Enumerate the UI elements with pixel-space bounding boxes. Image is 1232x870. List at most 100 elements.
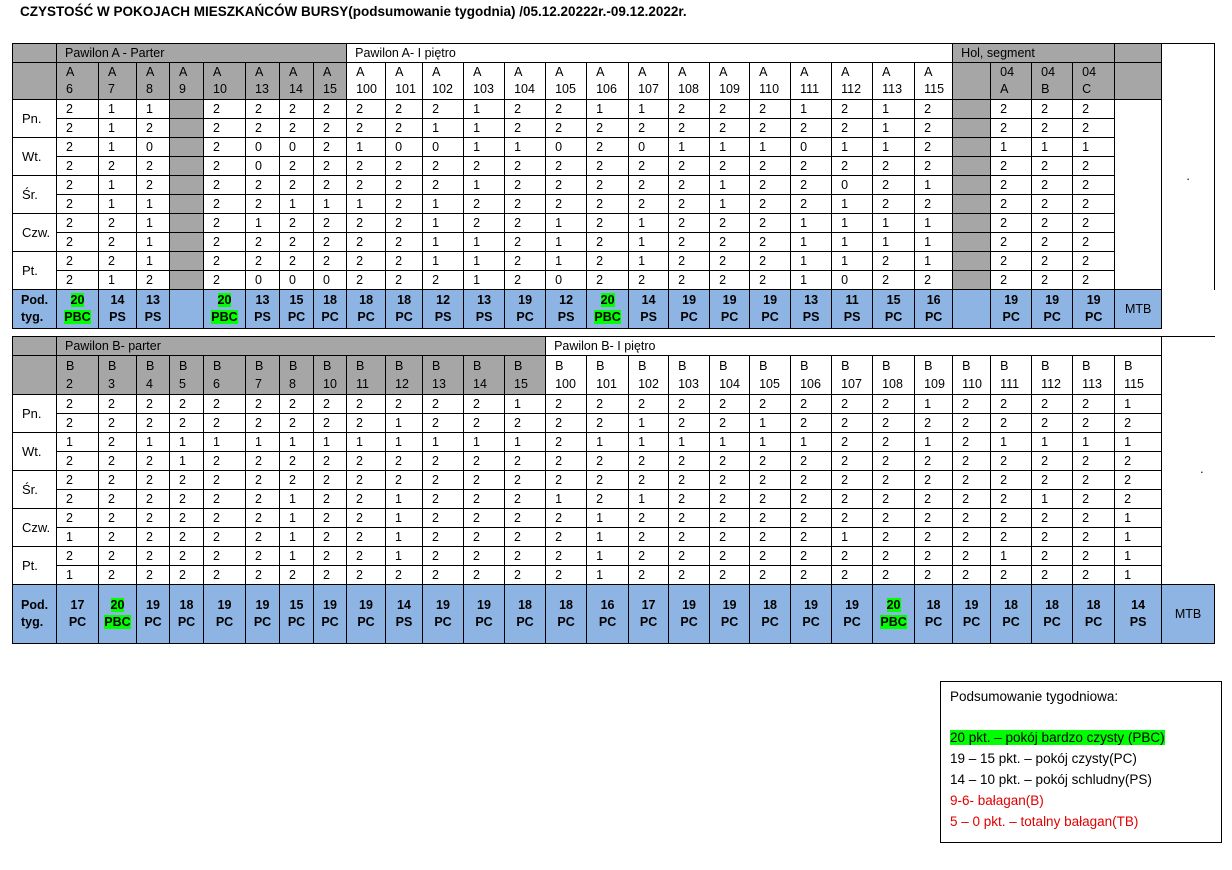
pod-grade: PC [68,615,87,629]
score-cell: 1 [872,137,916,157]
room-number: 110 [962,377,982,391]
room-number: 10 [323,377,337,391]
room-number: 108 [882,377,903,391]
score-cell: 1 [422,213,465,233]
score-cell: 2 [98,394,137,414]
score-cell: 2 [952,470,992,490]
room-number: 115 [924,82,945,96]
score-cell: 2 [990,527,1033,547]
score-cell: 2 [1114,470,1163,490]
score-cell: 2 [313,527,347,547]
score-cell: 2 [952,565,992,585]
score-cell: 2 [990,213,1033,233]
score-cell: 2 [136,175,170,195]
weekly-summary-cell: 15 PC [279,289,314,329]
weekly-summary-cell: 11 PS [831,289,874,329]
score-cell: 2 [463,565,505,585]
pod-score: 13 [477,293,492,307]
spacer-cell [1161,336,1215,356]
score-cell: 2 [1072,232,1116,252]
score-cell: 1 [279,432,314,452]
score-cell: 2 [914,156,954,176]
score-cell: 2 [56,451,99,471]
pod-score: 19 [804,598,819,612]
score-cell: 1 [98,194,137,214]
room-number: 6 [66,82,73,96]
score-cell: 1 [503,394,547,414]
score-cell: 2 [1031,99,1074,119]
score-cell: 2 [709,451,751,471]
score-cell: 2 [914,99,954,119]
weekly-summary-cell: 19 PC [313,584,347,644]
room-header: A 100 [346,62,387,100]
room-letter: B [596,359,605,373]
room-number: 10 [213,82,227,96]
score-cell: 2 [709,270,751,290]
score-cell: 2 [668,527,711,547]
score-cell: 2 [56,99,99,119]
score-cell: 2 [98,432,137,452]
pod-score: 19 [1045,293,1060,307]
score-cell: 1 [136,432,170,452]
pod-grade: PC [720,310,739,324]
score-cell: 2 [668,546,711,566]
room-header: B8 [279,355,314,395]
room-letter: B [146,359,155,373]
room-header: B3 [98,355,137,395]
pod-score: 18 [518,598,532,612]
score-cell: 2 [136,508,170,528]
score-cell: 2 [503,451,547,471]
score-cell: 2 [668,156,711,176]
weekly-summary-cell: 14 PS [385,584,423,644]
score-cell: 1 [749,432,792,452]
room-header: A 103 [463,62,506,100]
score-cell: 2 [545,470,588,490]
score-cell: 2 [668,270,711,290]
score-cell: 1 [872,213,916,233]
score-cell: 1 [1031,489,1074,509]
weekly-summary-cell: 13 PS [245,289,280,329]
score-cell: 2 [422,451,464,471]
pod-grade: PC [680,615,698,629]
room-letter: A [289,65,298,79]
room-letter: B [924,359,933,373]
score-cell: 2 [503,546,547,566]
score-cell [952,194,992,214]
room-letter: B [395,359,404,373]
score-cell: 2 [385,470,423,490]
score-cell: 2 [56,137,99,157]
score-cell: 1 [385,527,423,547]
score-cell: 2 [990,565,1033,585]
score-cell: 2 [56,251,99,271]
score-cell: 1 [136,99,170,119]
score-cell: 2 [279,156,314,176]
score-cell: 1 [586,508,630,528]
score-cell: 1 [463,137,506,157]
score-cell: 1 [1114,394,1163,414]
score-cell: 2 [1031,213,1074,233]
score-cell: 0 [245,137,280,157]
weekly-summary-cell: 13 PS [136,289,170,329]
pawilon-a-table: Pawilon A - Parter Pawilon A- I piętro Hol… [12,43,1215,329]
weekly-summary-cell: 19 PC [346,584,386,644]
page-title: CZYSTOŚĆ W POKOJACH MIESZKAŃCÓW BURSY(po… [20,4,687,19]
room-letter: B [432,359,441,373]
score-cell: 2 [504,232,547,252]
room-letter: A [596,65,605,79]
score-cell: 2 [990,156,1033,176]
room-number: 13 [255,82,269,96]
score-cell: 2 [668,99,711,119]
score-cell: 1 [422,432,464,452]
pod-score: 17 [70,598,85,612]
score-cell: 2 [952,451,992,471]
weekly-summary-cell: 19 PC [709,584,751,644]
pod-grade: PC [1043,615,1061,629]
pod-label: Pod. tyg. [12,584,57,644]
score-cell: 2 [749,546,792,566]
pod-grade: PS [254,310,271,324]
weekly-summary-cell: 19 PC [422,584,464,644]
room-header: B6 [203,355,246,395]
score-cell: 2 [203,394,246,414]
pod-grade: PS [395,615,413,629]
score-cell: 1 [914,175,954,195]
